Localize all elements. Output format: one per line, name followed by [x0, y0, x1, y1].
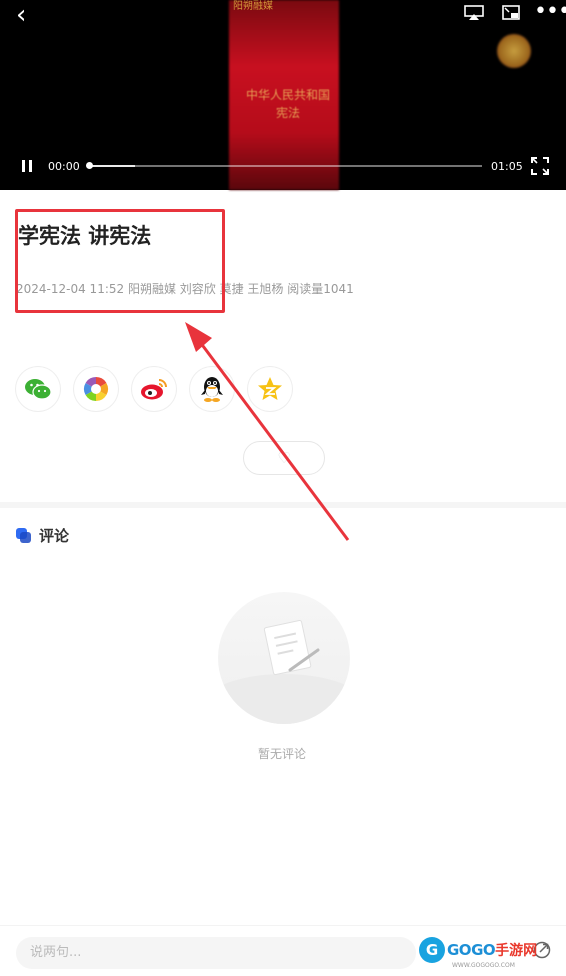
- video-book-title: 中华人民共和国 宪法: [246, 86, 330, 122]
- current-time: 00:00: [48, 160, 80, 173]
- share-weibo-button[interactable]: [132, 367, 176, 411]
- duration-time: 01:05: [491, 160, 523, 173]
- fullscreen-icon[interactable]: [531, 157, 549, 175]
- weibo-icon: [141, 379, 167, 400]
- comments-section-icon: [16, 527, 32, 544]
- watermark-brand: GOGO: [447, 941, 496, 959]
- qq-icon: [201, 377, 223, 402]
- wechat-icon: [25, 379, 52, 400]
- book-title-line2: 宪法: [275, 106, 300, 120]
- pause-icon[interactable]: [20, 158, 34, 174]
- site-watermark: G GOGO 手游网: [419, 937, 537, 963]
- picture-in-picture-icon[interactable]: [502, 5, 520, 21]
- share-moments-button[interactable]: [74, 367, 118, 411]
- comments-header: 评论: [16, 525, 69, 546]
- heart-icon: ♡: [277, 449, 291, 467]
- video-corner-logo: 阳朔融媒: [233, 1, 273, 12]
- progress-handle[interactable]: [86, 162, 93, 169]
- share-qq-button[interactable]: [190, 367, 234, 411]
- like-button[interactable]: ♡: [243, 441, 325, 475]
- book-title-line1: 中华人民共和国: [246, 88, 331, 102]
- moments-icon: [83, 377, 109, 401]
- back-icon[interactable]: ‹: [16, 2, 26, 28]
- document-pen-icon: [218, 619, 350, 724]
- buffered-bar: [88, 165, 136, 167]
- empty-comments-illustration: [218, 592, 350, 724]
- comment-input[interactable]: 说两句...: [16, 937, 416, 969]
- progress-track[interactable]: [88, 165, 482, 167]
- empty-comments-text: 暂无评论: [258, 747, 307, 761]
- share-wechat-button[interactable]: [16, 367, 60, 411]
- watermark-brand-cn: 手游网: [495, 943, 538, 959]
- qzone-icon: [258, 377, 282, 400]
- more-icon[interactable]: •••: [534, 1, 566, 23]
- comments-title: 评论: [39, 527, 70, 545]
- annotation-highlight-box: [15, 209, 225, 313]
- watermark-url: WWW.GOGOGO.COM: [452, 962, 515, 969]
- section-divider: [0, 502, 566, 508]
- watermark-logo-icon: G: [419, 937, 445, 963]
- video-player[interactable]: 阳朔融媒 中华人民共和国 宪法 ‹ ••• 00:00 01:05: [0, 0, 566, 190]
- national-emblem-image: [497, 34, 531, 68]
- airplay-icon[interactable]: [464, 5, 484, 21]
- share-qzone-button[interactable]: [248, 367, 292, 411]
